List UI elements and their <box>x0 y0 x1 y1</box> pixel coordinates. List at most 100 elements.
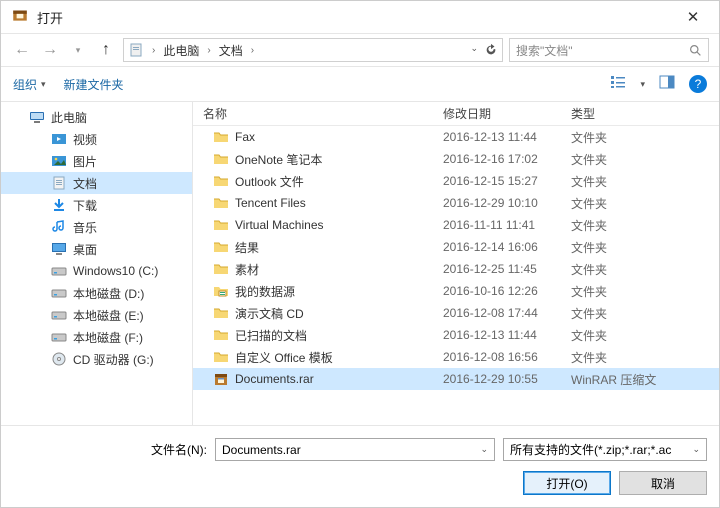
file-type: 文件夹 <box>571 283 719 300</box>
file-row[interactable]: Documents.rar2016-12-29 10:55WinRAR 压缩文 <box>193 368 719 390</box>
column-date[interactable]: 修改日期 <box>443 102 571 125</box>
tree-item[interactable]: 视频 <box>1 128 192 150</box>
file-name: 已扫描的文档 <box>235 327 307 344</box>
chevron-down-icon[interactable]: ⌄ <box>480 444 488 455</box>
tree-item[interactable]: 本地磁盘 (E:) <box>1 304 192 326</box>
file-type: 文件夹 <box>571 173 719 190</box>
search-icon <box>689 44 702 57</box>
file-list-body[interactable]: Fax2016-12-13 11:44文件夹OneNote 笔记本2016-12… <box>193 126 719 425</box>
column-headers[interactable]: 名称 修改日期 类型 <box>193 102 719 126</box>
chevron-down-icon[interactable]: ▾ <box>640 79 645 90</box>
file-date: 2016-10-16 12:26 <box>443 284 571 298</box>
folder-tree[interactable]: 此电脑视频图片文档下载音乐桌面Windows10 (C:)本地磁盘 (D:)本地… <box>1 102 193 425</box>
chevron-right-icon: › <box>251 45 254 56</box>
view-mode-button[interactable] <box>610 74 626 95</box>
folder-icon <box>213 151 229 167</box>
datasource-icon <box>213 283 229 299</box>
tree-item[interactable]: CD 驱动器 (G:) <box>1 348 192 370</box>
tree-item-label: 桌面 <box>73 241 97 258</box>
file-row[interactable]: 我的数据源 2016-10-16 12:26文件夹 <box>193 280 719 302</box>
tree-item[interactable]: 本地磁盘 (F:) <box>1 326 192 348</box>
filename-input[interactable]: Documents.rar ⌄ <box>215 438 495 461</box>
chevron-right-icon: › <box>207 45 210 56</box>
winrar-app-icon <box>11 6 29 29</box>
preview-pane-button[interactable] <box>659 74 675 95</box>
disk-icon <box>51 307 67 323</box>
open-button[interactable]: 打开(O) <box>523 471 611 495</box>
tree-item[interactable]: 音乐 <box>1 216 192 238</box>
filetype-filter[interactable]: 所有支持的文件(*.zip;*.rar;*.ac ⌄ <box>503 438 707 461</box>
folder-icon <box>213 217 229 233</box>
forward-button[interactable]: → <box>39 39 61 61</box>
folder-icon <box>213 195 229 211</box>
file-date: 2016-12-29 10:55 <box>443 372 571 386</box>
file-type: 文件夹 <box>571 327 719 344</box>
rar-icon <box>213 371 229 387</box>
file-type: 文件夹 <box>571 261 719 278</box>
file-row[interactable]: 结果 2016-12-14 16:06文件夹 <box>193 236 719 258</box>
back-button[interactable]: ← <box>11 39 33 61</box>
file-row[interactable]: 演示文稿 CD2016-12-08 17:44文件夹 <box>193 302 719 324</box>
tree-item[interactable]: Windows10 (C:) <box>1 260 192 282</box>
search-input[interactable]: 搜索"文档" <box>509 38 709 62</box>
tree-item[interactable]: 此电脑 <box>1 106 192 128</box>
new-folder-button[interactable]: 新建文件夹 <box>64 76 124 93</box>
file-date: 2016-12-13 11:44 <box>443 328 571 342</box>
file-row[interactable]: Virtual Machines2016-11-11 11:41文件夹 <box>193 214 719 236</box>
tree-item[interactable]: 图片 <box>1 150 192 172</box>
file-row[interactable]: 自定义 Office 模板2016-12-08 16:56文件夹 <box>193 346 719 368</box>
dialog-title: 打开 <box>37 8 677 27</box>
tree-item-label: 视频 <box>73 131 97 148</box>
folder-icon <box>213 305 229 321</box>
address-dropdown[interactable]: ⌄ <box>470 43 498 57</box>
file-date: 2016-12-16 17:02 <box>443 152 571 166</box>
organize-menu[interactable]: 组织▾ <box>13 76 46 93</box>
tree-item-label: 下载 <box>73 197 97 214</box>
navbar: ← → ▾ ↑ › 此电脑 › 文档 › ⌄ 搜索"文档" <box>1 33 719 67</box>
disk-icon <box>51 329 67 345</box>
file-name: 结果 <box>235 239 259 256</box>
file-date: 2016-12-14 16:06 <box>443 240 571 254</box>
breadcrumb-pc[interactable]: 此电脑 <box>163 42 199 59</box>
folder-icon <box>213 327 229 343</box>
download-icon <box>51 197 67 213</box>
file-row[interactable]: OneNote 笔记本2016-12-16 17:02文件夹 <box>193 148 719 170</box>
breadcrumb-docs[interactable]: 文档 <box>219 42 243 59</box>
folder-icon <box>213 129 229 145</box>
file-name: 自定义 Office 模板 <box>235 349 333 366</box>
column-name[interactable]: 名称 <box>193 102 443 125</box>
file-name: Tencent Files <box>235 196 306 210</box>
toolbar: 组织▾ 新建文件夹 ▾ ? <box>1 67 719 101</box>
bottom-panel: 文件名(N): Documents.rar ⌄ 所有支持的文件(*.zip;*.… <box>1 425 719 507</box>
file-row[interactable]: Outlook 文件2016-12-15 15:27文件夹 <box>193 170 719 192</box>
file-name: Documents.rar <box>235 372 314 386</box>
file-type: 文件夹 <box>571 305 719 322</box>
recent-dropdown[interactable]: ▾ <box>67 39 89 61</box>
column-type[interactable]: 类型 <box>571 102 719 125</box>
titlebar: 打开 ✕ <box>1 1 719 33</box>
address-bar[interactable]: › 此电脑 › 文档 › ⌄ <box>123 38 503 62</box>
file-row[interactable]: 素材2016-12-25 11:45文件夹 <box>193 258 719 280</box>
close-button[interactable]: ✕ <box>677 8 709 26</box>
file-type: 文件夹 <box>571 195 719 212</box>
tree-item[interactable]: 下载 <box>1 194 192 216</box>
file-type: 文件夹 <box>571 151 719 168</box>
file-name: Virtual Machines <box>235 218 324 232</box>
help-button[interactable]: ? <box>689 75 707 93</box>
file-type: 文件夹 <box>571 239 719 256</box>
main-area: 此电脑视频图片文档下载音乐桌面Windows10 (C:)本地磁盘 (D:)本地… <box>1 101 719 425</box>
tree-item[interactable]: 本地磁盘 (D:) <box>1 282 192 304</box>
up-button[interactable]: ↑ <box>95 39 117 61</box>
file-name: 我的数据源 <box>235 283 295 300</box>
music-icon <box>51 219 67 235</box>
disk-icon <box>51 263 67 279</box>
chevron-right-icon: › <box>152 45 155 56</box>
file-name: 素材 <box>235 261 259 278</box>
file-row[interactable]: 已扫描的文档 2016-12-13 11:44文件夹 <box>193 324 719 346</box>
file-row[interactable]: Tencent Files2016-12-29 10:10文件夹 <box>193 192 719 214</box>
file-row[interactable]: Fax2016-12-13 11:44文件夹 <box>193 126 719 148</box>
tree-item[interactable]: 文档 <box>1 172 192 194</box>
tree-item[interactable]: 桌面 <box>1 238 192 260</box>
cancel-button[interactable]: 取消 <box>619 471 707 495</box>
refresh-icon[interactable] <box>484 43 498 57</box>
